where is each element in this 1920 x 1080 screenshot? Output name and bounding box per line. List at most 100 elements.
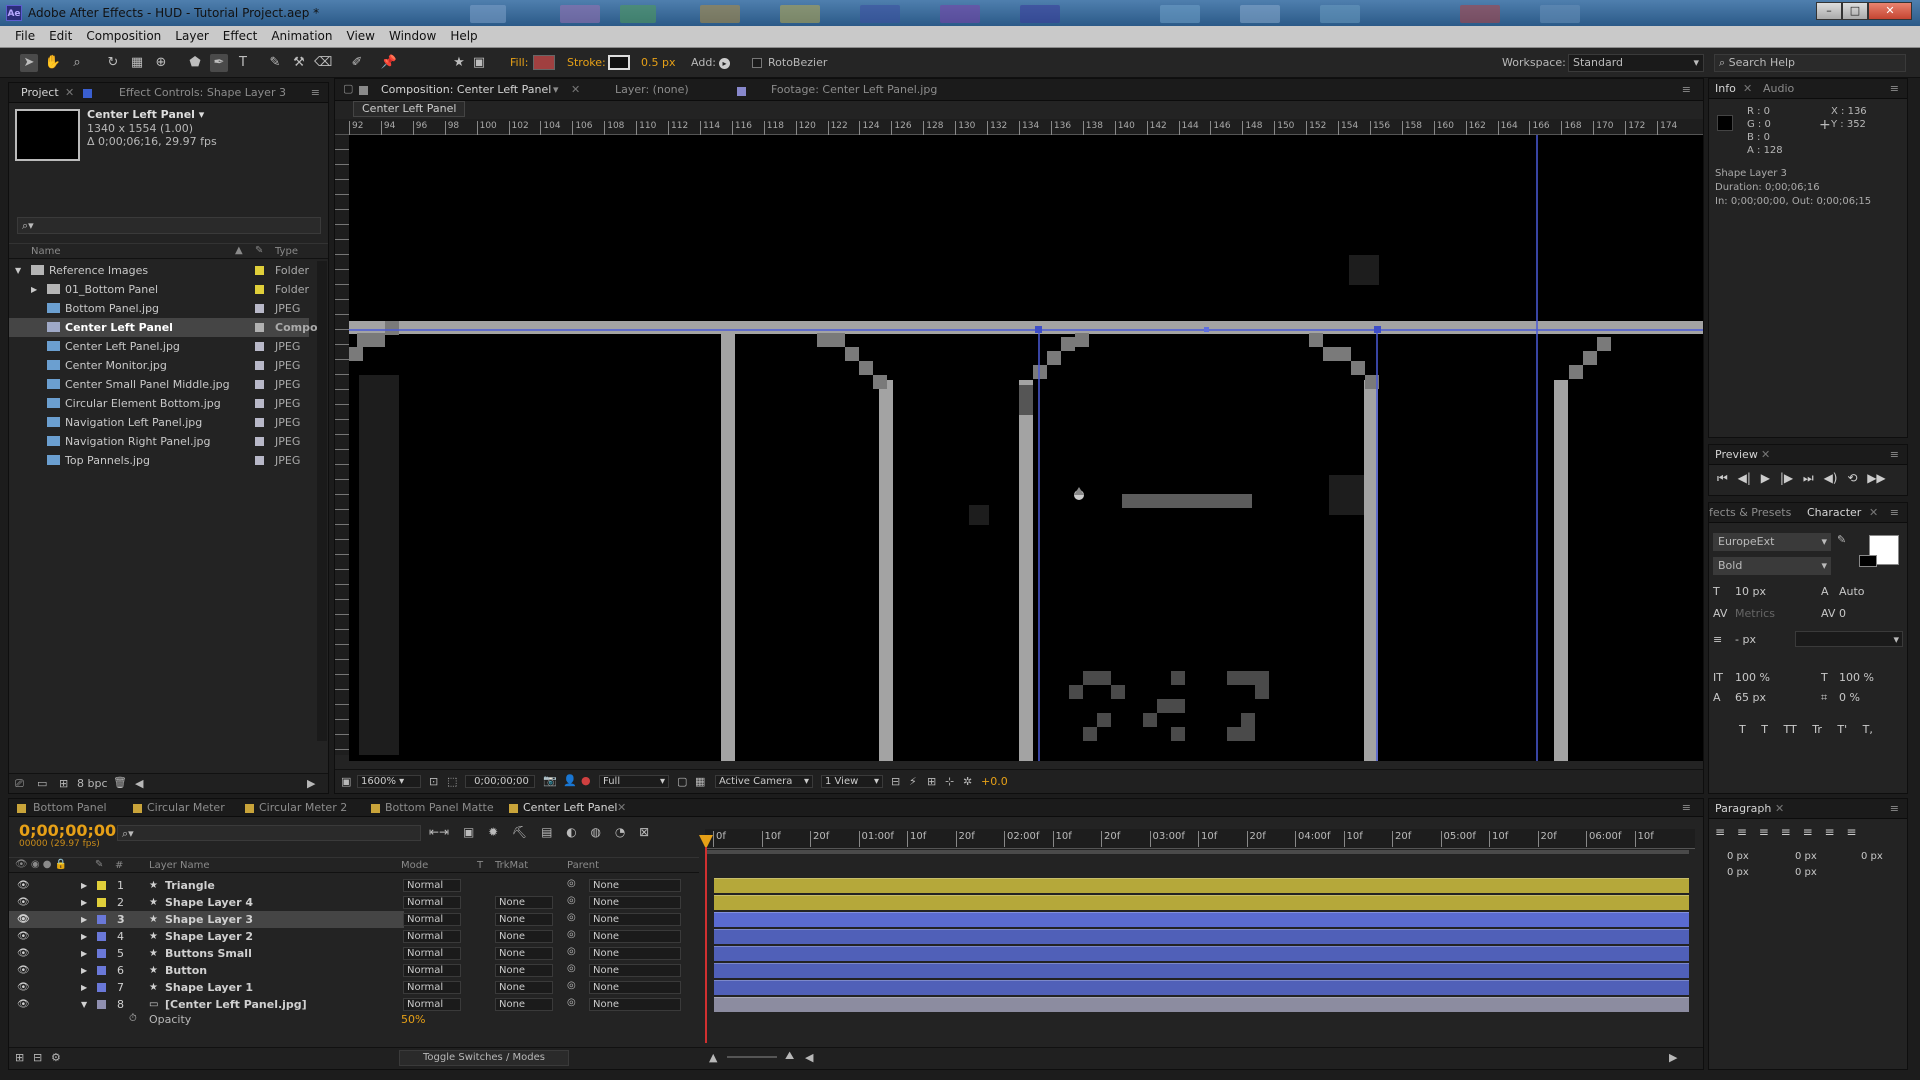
layer-duration-bar[interactable]: [714, 997, 1689, 1012]
add-dropdown-icon[interactable]: ▸: [719, 58, 730, 69]
label-swatch[interactable]: [255, 399, 264, 408]
parent-column-header[interactable]: Parent: [567, 860, 599, 871]
minimize-button[interactable]: –: [1816, 2, 1842, 20]
faux-italic-button[interactable]: T: [1761, 723, 1768, 736]
clone-stamp-tool-icon[interactable]: ⚒: [290, 54, 308, 72]
trkmat-column-header[interactable]: TrkMat: [495, 860, 528, 871]
first-frame-icon[interactable]: ⏮: [1717, 471, 1728, 485]
label-swatch[interactable]: [255, 304, 264, 313]
eye-icon[interactable]: 👁: [17, 911, 30, 928]
fast-previews-icon[interactable]: ⚡: [909, 775, 917, 788]
timecode-display[interactable]: 0;00;00;00: [465, 775, 535, 788]
taskbar-app-icon[interactable]: [700, 5, 740, 23]
layer-name[interactable]: Buttons Small: [165, 945, 252, 962]
superscript-button[interactable]: T': [1837, 723, 1847, 736]
layer-duration-bar[interactable]: [714, 929, 1689, 944]
ram-preview-icon[interactable]: ▶▶: [1867, 471, 1885, 485]
scroll-right-icon[interactable]: ▶: [307, 777, 315, 790]
trkmat-select[interactable]: None: [495, 896, 553, 909]
tab-footage[interactable]: Footage: Center Left Panel.jpg: [771, 83, 937, 96]
mode-select[interactable]: Normal: [403, 998, 461, 1011]
tab-effect-controls[interactable]: Effect Controls: Shape Layer 3: [119, 86, 286, 99]
flowchart-icon[interactable]: ⊹: [945, 775, 954, 788]
mask-visibility-icon[interactable]: ⬚: [447, 775, 457, 788]
label-swatch[interactable]: [255, 380, 264, 389]
label-swatch[interactable]: [255, 342, 264, 351]
stroke-color-swatch[interactable]: [608, 55, 630, 70]
sort-icon[interactable]: ▲: [235, 245, 243, 256]
play-icon[interactable]: ▶: [1761, 471, 1770, 485]
label-swatch[interactable]: [97, 1000, 106, 1009]
live-update-icon[interactable]: ▣: [463, 825, 474, 839]
project-item[interactable]: Bottom Panel.jpg JPEG: [9, 299, 309, 318]
stroke-width-value[interactable]: - px: [1735, 633, 1756, 646]
align-right-icon[interactable]: ≡: [1759, 825, 1769, 839]
label-swatch[interactable]: [255, 323, 264, 332]
maximize-button[interactable]: □: [1842, 2, 1868, 20]
parent-select[interactable]: None: [589, 981, 681, 994]
rotobezier-checkbox[interactable]: [752, 58, 762, 68]
taskbar-app-icon[interactable]: [1020, 5, 1060, 23]
project-item[interactable]: Circular Element Bottom.jpg JPEG: [9, 394, 309, 413]
panel-menu-icon[interactable]: ≡: [1890, 448, 1899, 461]
layer-duration-bar[interactable]: [714, 895, 1689, 910]
mode-select[interactable]: Normal: [403, 981, 461, 994]
close-icon[interactable]: ✕: [571, 83, 580, 96]
tab-layer[interactable]: Layer: (none): [615, 83, 689, 96]
zoom-in-icon[interactable]: ⛰: [785, 1049, 794, 1063]
auto-keyframe-icon[interactable]: ◔: [615, 825, 625, 839]
trkmat-select[interactable]: None: [495, 964, 553, 977]
menu-file[interactable]: File: [8, 26, 42, 43]
parent-select[interactable]: None: [589, 998, 681, 1011]
pick-whip-icon[interactable]: ◎: [567, 997, 576, 1008]
layer-name[interactable]: Shape Layer 1: [165, 979, 253, 996]
eye-icon[interactable]: 👁: [17, 877, 30, 894]
label-swatch[interactable]: [97, 966, 106, 975]
taskbar-app-icon[interactable]: [1460, 5, 1500, 23]
tab-audio[interactable]: Audio: [1763, 82, 1794, 95]
twirl-icon[interactable]: ▶: [81, 928, 87, 945]
show-snapshot-icon[interactable]: 👤: [563, 774, 577, 787]
twirl-icon[interactable]: ▶: [81, 911, 87, 928]
tab-circular-meter[interactable]: Circular Meter: [147, 801, 225, 814]
tab-center-left-panel[interactable]: Center Left Panel: [523, 801, 617, 814]
tab-effects-presets[interactable]: fects & Presets: [1709, 506, 1791, 519]
label-column-icon[interactable]: ✎: [255, 245, 263, 256]
fill-color-swatch[interactable]: [533, 55, 555, 70]
toggle-pixel-aspect-icon[interactable]: ⊟: [891, 775, 900, 788]
trkmat-select[interactable]: None: [495, 947, 553, 960]
font-family-select[interactable]: EuropeExt ▾: [1713, 533, 1831, 551]
eye-icon[interactable]: 👁: [17, 894, 30, 911]
tab-circular-meter-2[interactable]: Circular Meter 2: [259, 801, 347, 814]
panel-menu-icon[interactable]: ≡: [1890, 802, 1899, 815]
toggle-switches-modes-button[interactable]: Toggle Switches / Modes: [399, 1050, 569, 1066]
safe-zones-icon[interactable]: ⊡: [429, 775, 438, 788]
puppet-pin-tool-icon[interactable]: 📌: [380, 54, 398, 72]
project-search-input[interactable]: ⌕▾: [17, 217, 321, 234]
comp-name[interactable]: Center Left Panel ▾: [87, 108, 204, 121]
trkmat-select[interactable]: None: [495, 981, 553, 994]
close-button[interactable]: ✕: [1868, 2, 1912, 20]
layer-duration-bar[interactable]: [714, 963, 1689, 978]
interpret-footage-icon[interactable]: ⎚: [15, 777, 24, 791]
lock-icon[interactable]: ▢: [343, 82, 353, 95]
taskbar-app-icon[interactable]: [940, 5, 980, 23]
project-item[interactable]: Navigation Right Panel.jpg JPEG: [9, 432, 309, 451]
time-ruler[interactable]: 0f 10f 20f 01:00f 10f 20f 02:00f 10f 20f 03:00f 10…: [705, 829, 1695, 849]
tab-project[interactable]: Project: [21, 86, 59, 99]
project-scrollbar[interactable]: [317, 261, 327, 741]
parent-select[interactable]: None: [589, 913, 681, 926]
trkmat-select[interactable]: None: [495, 998, 553, 1011]
layer-name[interactable]: Triangle: [165, 877, 215, 894]
taskbar-app-icon[interactable]: [1320, 5, 1360, 23]
taskbar-app-icon[interactable]: [470, 5, 506, 23]
project-item[interactable]: Center Left Panel Compo: [9, 318, 318, 337]
vertical-scale-value[interactable]: 100 %: [1735, 671, 1770, 684]
bit-depth-button[interactable]: 8 bpc: [77, 777, 108, 790]
comp-dropdown-icon[interactable]: ▾: [553, 83, 559, 96]
scroll-right-icon[interactable]: ▶: [1669, 1051, 1677, 1064]
twirl-icon[interactable]: ▶: [81, 962, 87, 979]
stopwatch-icon[interactable]: ⏱: [129, 1013, 137, 1024]
expand-in-out-icon[interactable]: ⚙: [51, 1051, 61, 1064]
label-swatch[interactable]: [97, 898, 106, 907]
